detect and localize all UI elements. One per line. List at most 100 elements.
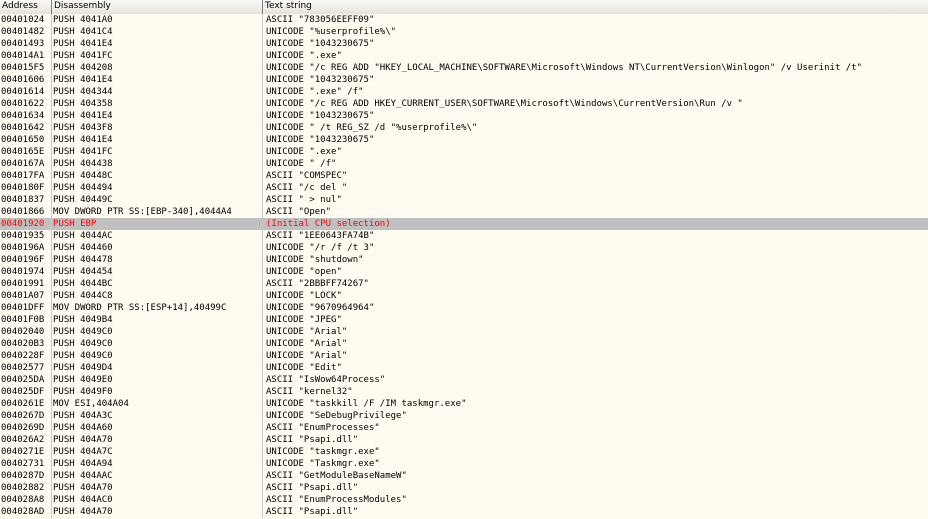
table-row[interactable]: 00401634 PUSH 4041E4 UNICODE "1043230675" — [0, 110, 928, 122]
table-row[interactable]: 004026A2 PUSH 404A70 ASCII "Psapi.dll" — [0, 434, 928, 446]
table-row[interactable]: 0040271E PUSH 404A7C UNICODE "taskmgr.exe" — [0, 446, 928, 458]
address-cell: 004026A2 — [0, 434, 52, 446]
text-string-cell: UNICODE " /f" — [266, 159, 337, 169]
disassembly-cell: PUSH 404344 — [52, 86, 263, 98]
table-row[interactable]: 00402040 PUSH 4049C0 UNICODE "Arial" — [0, 326, 928, 338]
table-row[interactable]: 00401974 PUSH 404454 UNICODE "open" — [0, 266, 928, 278]
disassembly-cell: PUSH 404438 — [52, 158, 263, 170]
table-row[interactable]: 004028A8 PUSH 404AC0 ASCII "EnumProcessMod… — [0, 494, 928, 506]
disassembly-cell: PUSH 4049E0 — [52, 374, 263, 386]
column-header-text-string[interactable]: Text string — [263, 0, 928, 14]
address-cell: 00401920 — [0, 218, 52, 230]
text-string-cell: ASCII "Psapi.dll" — [266, 507, 359, 517]
table-row[interactable]: 00401991 PUSH 4044BC ASCII "2BBBFF74267" — [0, 278, 928, 290]
address-cell: 0040165E — [0, 146, 52, 158]
disassembly-cell: PUSH 4044AC — [52, 230, 263, 242]
table-row[interactable]: 00401642 PUSH 4043F8 UNICODE " /t REG_SZ /… — [0, 122, 928, 134]
table-row[interactable]: 0040196A PUSH 404460 UNICODE "/r /f /t 3" — [0, 242, 928, 254]
table-row[interactable]: 00401650 PUSH 4041E4 UNICODE "1043230675" — [0, 134, 928, 146]
disassembly-cell: PUSH 404478 — [52, 254, 263, 266]
table-row[interactable]: 004017FA PUSH 40448C ASCII "COMSPEC" — [0, 170, 928, 182]
address-cell: 0040261E — [0, 398, 52, 410]
disassembly-cell: PUSH 4041A0 — [52, 14, 263, 26]
disassembly-cell: PUSH 4041E4 — [52, 74, 263, 86]
column-header-disassembly[interactable]: Disassembly — [52, 0, 263, 14]
table-row[interactable]: 00401482 PUSH 4041C4 UNICODE "%userprofile… — [0, 26, 928, 38]
text-string-cell: UNICODE "/r /f /t 3" — [266, 243, 375, 253]
disassembly-cell: PUSH 4049F0 — [52, 386, 263, 398]
text-string-cell: UNICODE "/c REG ADD HKEY_CURRENT_USER\SO… — [266, 99, 743, 109]
disassembly-cell: PUSH 4049B4 — [52, 314, 263, 326]
table-row[interactable]: 004015F5 PUSH 404208 UNICODE "/c REG ADD "… — [0, 62, 928, 74]
table-row[interactable]: 00401DFF MOV DWORD PTR SS:[ESP+14],40499C… — [0, 302, 928, 314]
table-row[interactable]: 0040228F PUSH 4049C0 UNICODE "Arial" — [0, 350, 928, 362]
disassembly-cell: PUSH 404460 — [52, 242, 263, 254]
disassembly-cell: PUSH 4044C8 — [52, 290, 263, 302]
table-row[interactable]: 00401866 MOV DWORD PTR SS:[EBP-340],4044A… — [0, 206, 928, 218]
table-row[interactable]: 00402577 PUSH 4049D4 UNICODE "Edit" — [0, 362, 928, 374]
table-row[interactable]: 0040167A PUSH 404438 UNICODE " /f" — [0, 158, 928, 170]
table-row[interactable]: 0040267D PUSH 404A3C UNICODE "SeDebugPrivi… — [0, 410, 928, 422]
table-row[interactable]: 004020B3 PUSH 4049C0 UNICODE "Arial" — [0, 338, 928, 350]
text-string-cell: UNICODE "Arial" — [266, 327, 348, 337]
text-string-cell: UNICODE "Taskmgr.exe" — [266, 459, 380, 469]
column-header-address[interactable]: Address — [0, 0, 52, 14]
address-cell: 00401642 — [0, 122, 52, 134]
disassembly-cell: PUSH 4049D4 — [52, 362, 263, 374]
table-row[interactable]: 00401F0B PUSH 4049B4 UNICODE "JPEG" — [0, 314, 928, 326]
text-string-cell: UNICODE "%userprofile%\" — [266, 27, 397, 37]
address-cell: 0040196A — [0, 242, 52, 254]
table-row[interactable]: 00402882 PUSH 404A70 ASCII "Psapi.dll" — [0, 482, 928, 494]
text-string-cell: ASCII "Open" — [266, 207, 332, 217]
disassembly-cell: PUSH 404A70 — [52, 506, 263, 518]
address-cell: 004028A8 — [0, 494, 52, 506]
text-string-cell: UNICODE "taskmgr.exe" — [266, 447, 380, 457]
table-row[interactable]: 00401935 PUSH 4044AC ASCII "1EE0643FA74B" — [0, 230, 928, 242]
table-row[interactable]: 0040196F PUSH 404478 UNICODE "shutdown" — [0, 254, 928, 266]
address-cell: 00401493 — [0, 38, 52, 50]
text-strings-list[interactable]: 00401024 PUSH 4041A0 ASCII "783056EEFF09" 0… — [0, 14, 928, 518]
table-row[interactable]: 00401622 PUSH 404358 UNICODE "/c REG ADD H… — [0, 98, 928, 110]
disassembly-cell: PUSH 4044BC — [52, 278, 263, 290]
table-row[interactable]: 00401024 PUSH 4041A0 ASCII "783056EEFF09" — [0, 14, 928, 26]
table-row[interactable]: 0040287D PUSH 404AAC ASCII "GetModuleBaseN… — [0, 470, 928, 482]
address-cell: 00402731 — [0, 458, 52, 470]
address-cell: 004017FA — [0, 170, 52, 182]
address-cell: 00401482 — [0, 26, 52, 38]
table-row[interactable]: 00401493 PUSH 4041E4 UNICODE "1043230675" — [0, 38, 928, 50]
table-row[interactable]: 0040165E PUSH 4041FC UNICODE ".exe" — [0, 146, 928, 158]
disassembly-cell: PUSH 4041E4 — [52, 134, 263, 146]
address-cell: 00401974 — [0, 266, 52, 278]
disassembly-cell: PUSH 404AAC — [52, 470, 263, 482]
address-cell: 004020B3 — [0, 338, 52, 350]
table-row[interactable]: 00401606 PUSH 4041E4 UNICODE "1043230675" — [0, 74, 928, 86]
table-row[interactable]: 0040261E MOV ESI,404A04 UNICODE "taskkill … — [0, 398, 928, 410]
table-row[interactable]: 00401614 PUSH 404344 UNICODE ".exe" /f" — [0, 86, 928, 98]
disassembly-cell: PUSH 40448C — [52, 170, 263, 182]
table-row[interactable]: 00401837 PUSH 40449C ASCII " > nul" — [0, 194, 928, 206]
disassembly-cell: PUSH 404208 — [52, 62, 263, 74]
text-string-cell: UNICODE "9670964964" — [266, 303, 375, 313]
table-row-selected[interactable]: 00401920 PUSH EBP (Initial CPU selection) — [0, 218, 928, 230]
text-string-cell: ASCII "kernel32" — [266, 387, 353, 397]
address-cell: 004028AD — [0, 506, 52, 518]
address-cell: 00401634 — [0, 110, 52, 122]
table-row[interactable]: 00401A07 PUSH 4044C8 UNICODE "LOCK" — [0, 290, 928, 302]
disassembly-cell: PUSH 4041E4 — [52, 38, 263, 50]
text-string-cell: UNICODE "JPEG" — [266, 315, 342, 325]
text-string-cell: UNICODE ".exe" /f" — [266, 87, 364, 97]
disassembly-cell: PUSH 404A7C — [52, 446, 263, 458]
table-row[interactable]: 004025DF PUSH 4049F0 ASCII "kernel32" — [0, 386, 928, 398]
table-row[interactable]: 0040180F PUSH 404494 ASCII "/c del " — [0, 182, 928, 194]
table-row[interactable]: 004025DA PUSH 4049E0 ASCII "IsWow64Process… — [0, 374, 928, 386]
disassembly-cell: PUSH 404358 — [52, 98, 263, 110]
text-string-cell: UNICODE "SeDebugPrivilege" — [266, 411, 407, 421]
text-string-cell: UNICODE "Arial" — [266, 351, 348, 361]
table-row[interactable]: 004014A1 PUSH 4041FC UNICODE ".exe" — [0, 50, 928, 62]
table-row[interactable]: 00402731 PUSH 404A94 UNICODE "Taskmgr.exe" — [0, 458, 928, 470]
disassembly-cell: PUSH 4041C4 — [52, 26, 263, 38]
table-row[interactable]: 0040269D PUSH 404A60 ASCII "EnumProcesses" — [0, 422, 928, 434]
disassembly-cell: PUSH 404A70 — [52, 434, 263, 446]
text-string-cell: UNICODE "/c REG ADD "HKEY_LOCAL_MACHINE\… — [266, 63, 863, 73]
table-row[interactable]: 004028AD PUSH 404A70 ASCII "Psapi.dll" — [0, 506, 928, 518]
